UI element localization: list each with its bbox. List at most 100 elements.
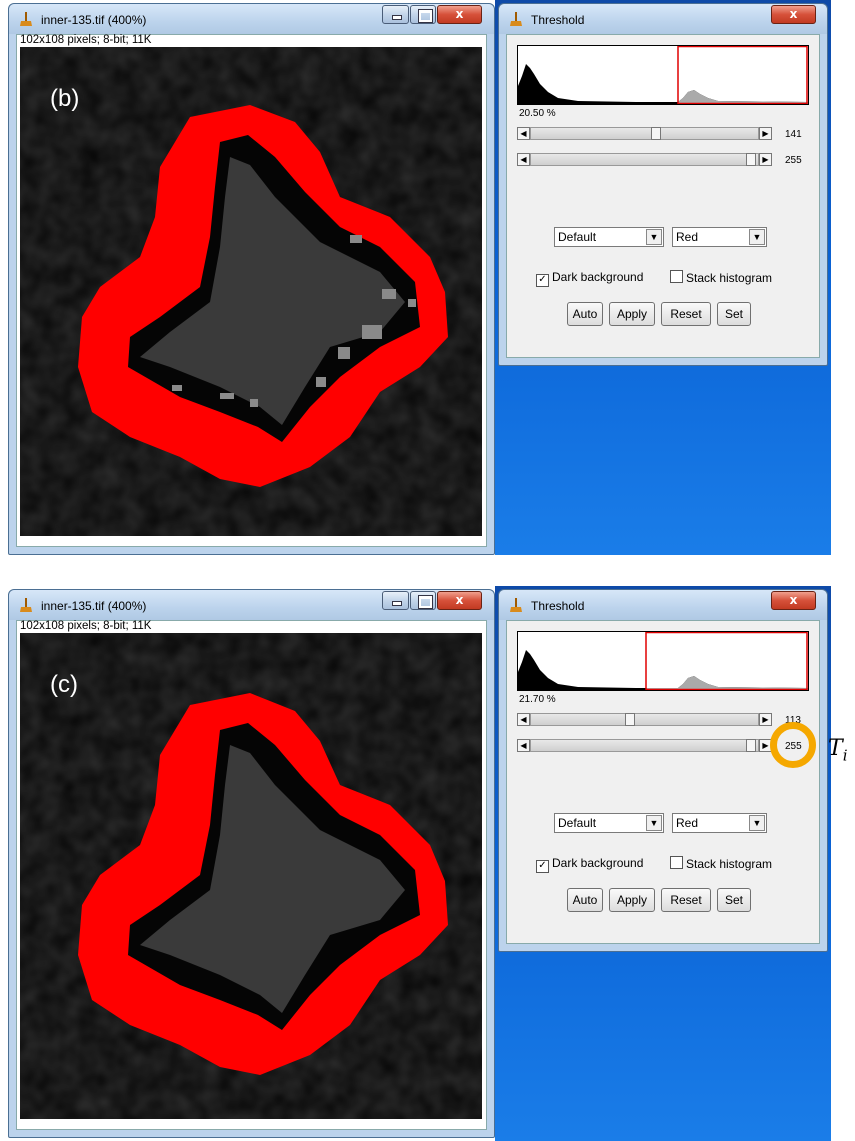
- panel-b: inner-135.tif (400%) x 102x108 pixels; 8…: [0, 0, 855, 555]
- reset-button[interactable]: Reset: [661, 888, 711, 912]
- image-window[interactable]: inner-135.tif (400%) x 102x108 pixels; 8…: [8, 3, 495, 555]
- slider-right-arrow-icon[interactable]: ▶: [759, 713, 772, 726]
- image-window-titlebar[interactable]: inner-135.tif (400%) x: [9, 590, 494, 620]
- checkbox-checked-icon[interactable]: ✓: [536, 274, 549, 287]
- image-window-titlebar[interactable]: inner-135.tif (400%) x: [9, 4, 494, 34]
- auto-button[interactable]: Auto: [567, 888, 603, 912]
- close-button[interactable]: x: [771, 5, 816, 24]
- threshold-window-titlebar[interactable]: Threshold x: [499, 590, 827, 620]
- stack-histogram-checkbox[interactable]: Stack histogram: [670, 270, 772, 285]
- stack-histogram-label: Stack histogram: [686, 857, 773, 871]
- upper-threshold-slider[interactable]: ◀ ▶: [517, 739, 772, 753]
- slider-right-arrow-icon[interactable]: ▶: [759, 153, 772, 166]
- threshold-window[interactable]: Threshold x 21.70 % ◀ ▶ 113 ◀ ▶ 255 Defa…: [498, 589, 828, 952]
- histogram: [517, 631, 809, 691]
- histogram: [517, 45, 809, 105]
- close-button[interactable]: x: [771, 591, 816, 610]
- lower-threshold-slider[interactable]: ◀ ▶: [517, 127, 772, 141]
- slider-left-arrow-icon[interactable]: ◀: [517, 127, 530, 140]
- highlight-ring: [770, 722, 816, 768]
- slider-thumb[interactable]: [746, 739, 756, 752]
- threshold-dialog-body: 20.50 % ◀ ▶ 141 ◀ ▶ 255 Default ▼ Red ▼: [506, 34, 820, 358]
- segmented-image: [20, 633, 482, 1119]
- set-button[interactable]: Set: [717, 302, 751, 326]
- image-info-text: 102x108 pixels; 8-bit; 11K: [20, 34, 152, 46]
- threshold-annotation-label: Ti: [828, 736, 848, 764]
- dark-background-label: Dark background: [552, 856, 644, 870]
- set-button[interactable]: Set: [717, 888, 751, 912]
- slider-right-arrow-icon[interactable]: ▶: [759, 127, 772, 140]
- slider-track[interactable]: [530, 739, 759, 752]
- histogram-plot: [518, 632, 808, 690]
- panel-c: inner-135.tif (400%) x 102x108 pixels; 8…: [0, 586, 855, 1141]
- lower-threshold-value: 141: [785, 129, 802, 140]
- slider-left-arrow-icon[interactable]: ◀: [517, 153, 530, 166]
- apply-button[interactable]: Apply: [609, 302, 655, 326]
- image-window[interactable]: inner-135.tif (400%) x 102x108 pixels; 8…: [8, 589, 495, 1138]
- slider-thumb[interactable]: [651, 127, 661, 140]
- checkbox-unchecked-icon[interactable]: [670, 270, 683, 283]
- minimize-button[interactable]: [382, 591, 409, 610]
- chevron-down-icon[interactable]: ▼: [646, 815, 662, 831]
- method-selected: Default: [558, 816, 597, 830]
- chevron-down-icon[interactable]: ▼: [646, 229, 662, 245]
- lower-threshold-slider[interactable]: ◀ ▶: [517, 713, 772, 727]
- imagej-icon: [20, 12, 32, 26]
- annotation-symbol: T: [828, 736, 843, 761]
- slider-left-arrow-icon[interactable]: ◀: [517, 739, 530, 752]
- close-icon: x: [455, 7, 464, 21]
- maximize-button[interactable]: [410, 5, 436, 24]
- slider-track[interactable]: [530, 713, 759, 726]
- dark-background-checkbox[interactable]: ✓ Dark background: [536, 856, 643, 873]
- slider-left-arrow-icon[interactable]: ◀: [517, 713, 530, 726]
- close-icon: x: [789, 593, 798, 607]
- threshold-range-box: [645, 632, 808, 690]
- close-icon: x: [455, 593, 464, 607]
- slider-thumb[interactable]: [746, 153, 756, 166]
- display-dropdown[interactable]: Red ▼: [672, 227, 767, 247]
- slider-track[interactable]: [530, 127, 759, 140]
- dark-background-checkbox[interactable]: ✓ Dark background: [536, 270, 643, 287]
- chevron-down-icon[interactable]: ▼: [749, 815, 765, 831]
- panel-label: (b): [50, 85, 80, 112]
- stack-histogram-checkbox[interactable]: Stack histogram: [670, 856, 772, 871]
- slider-track[interactable]: [530, 153, 759, 166]
- close-icon: x: [789, 7, 798, 21]
- image-window-content: 102x108 pixels; 8-bit; 11K (b): [16, 34, 487, 547]
- imagej-icon: [510, 12, 522, 26]
- image-window-title: inner-135.tif (400%): [41, 13, 147, 27]
- imagej-icon: [510, 598, 522, 612]
- threshold-percentage: 21.70 %: [519, 694, 556, 705]
- histogram-plot: [518, 46, 808, 104]
- display-selected: Red: [676, 816, 699, 830]
- checkbox-checked-icon[interactable]: ✓: [536, 860, 549, 873]
- maximize-button[interactable]: [410, 591, 436, 610]
- image-window-content: 102x108 pixels; 8-bit; 11K (c): [16, 620, 487, 1130]
- image-canvas[interactable]: (c): [20, 633, 482, 1119]
- slider-thumb[interactable]: [625, 713, 635, 726]
- close-button[interactable]: x: [437, 5, 482, 24]
- threshold-window-title: Threshold: [531, 13, 585, 27]
- apply-button[interactable]: Apply: [609, 888, 655, 912]
- display-dropdown[interactable]: Red ▼: [672, 813, 767, 833]
- method-dropdown[interactable]: Default ▼: [554, 227, 664, 247]
- stack-histogram-label: Stack histogram: [686, 271, 773, 285]
- image-info-text: 102x108 pixels; 8-bit; 11K: [20, 620, 152, 632]
- method-dropdown[interactable]: Default ▼: [554, 813, 664, 833]
- threshold-window-titlebar[interactable]: Threshold x: [499, 4, 827, 34]
- auto-button[interactable]: Auto: [567, 302, 603, 326]
- annotation-subscript: i: [842, 746, 848, 765]
- threshold-window[interactable]: Threshold x 20.50 % ◀ ▶ 141 ◀ ▶ 255 Defa…: [498, 3, 828, 366]
- threshold-window-title: Threshold: [531, 599, 585, 613]
- chevron-down-icon[interactable]: ▼: [749, 229, 765, 245]
- reset-button[interactable]: Reset: [661, 302, 711, 326]
- display-selected: Red: [676, 230, 699, 244]
- image-canvas[interactable]: (b): [20, 47, 482, 536]
- close-button[interactable]: x: [437, 591, 482, 610]
- upper-threshold-slider[interactable]: ◀ ▶: [517, 153, 772, 167]
- threshold-percentage: 20.50 %: [519, 108, 556, 119]
- minimize-button[interactable]: [382, 5, 409, 24]
- image-window-title: inner-135.tif (400%): [41, 599, 147, 613]
- segmented-image: [20, 47, 482, 536]
- checkbox-unchecked-icon[interactable]: [670, 856, 683, 869]
